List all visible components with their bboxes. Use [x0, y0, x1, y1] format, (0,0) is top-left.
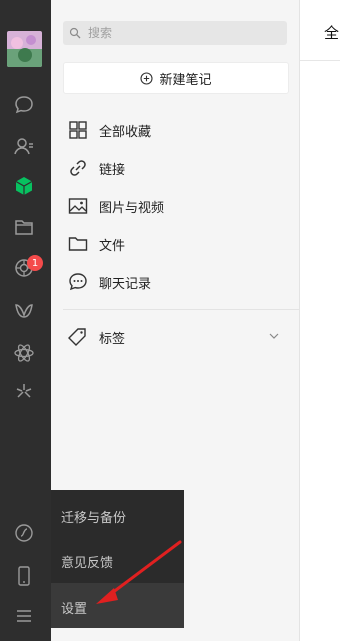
menu-item-label: 文件 [99, 238, 126, 254]
chevron-down-icon[interactable] [269, 332, 279, 340]
menu-item-images-videos[interactable]: 图片与视频 [67, 194, 287, 218]
search-icon [69, 27, 81, 39]
mini-program-icon[interactable] [13, 380, 35, 402]
menu-item-label: 图片与视频 [99, 200, 165, 216]
menu-item-label: 全部收藏 [99, 124, 152, 140]
mini-program-link-icon[interactable] [13, 522, 35, 544]
link-icon [67, 157, 89, 179]
menu-item-label: 链接 [99, 162, 126, 178]
search-discover-icon[interactable] [13, 342, 35, 364]
content-header: 全 [300, 0, 340, 61]
folder-icon [67, 233, 89, 255]
new-note-label: 新建笔记 [159, 72, 212, 88]
search-input[interactable] [86, 25, 270, 41]
phone-icon[interactable] [13, 565, 35, 587]
menu-item-links[interactable]: 链接 [67, 156, 287, 180]
plus-circle-icon [140, 71, 154, 85]
avatar[interactable] [7, 31, 42, 67]
unread-badge: 1 [27, 255, 43, 271]
chat-icon[interactable] [13, 94, 35, 116]
search-box[interactable] [63, 21, 287, 45]
menu-item-chat-history[interactable]: 聊天记录 [67, 270, 287, 294]
folder-icon[interactable] [13, 216, 35, 238]
menu-item-tags[interactable]: 标签 [67, 325, 287, 349]
red-arrow-annotation [96, 540, 182, 604]
menu-item-label: 聊天记录 [99, 276, 152, 292]
favorites-cube-icon[interactable] [13, 175, 35, 197]
menu-item-all-favorites[interactable]: 全部收藏 [67, 118, 287, 142]
contacts-icon[interactable] [13, 135, 35, 157]
image-icon [67, 195, 89, 217]
grid-icon [67, 119, 89, 141]
divider [63, 309, 299, 310]
tag-icon [67, 326, 89, 348]
chat-icon [67, 271, 89, 293]
left-nav-rail: 1 [0, 0, 51, 641]
popup-item-settings[interactable]: 设置 [61, 598, 87, 617]
menu-item-files[interactable]: 文件 [67, 232, 287, 256]
channels-icon[interactable] [13, 300, 35, 322]
hamburger-menu-icon[interactable] [13, 605, 35, 627]
content-title: 全 [324, 24, 340, 42]
popup-item-migrate-backup[interactable]: 迁移与备份 [61, 507, 126, 526]
menu-item-label: 标签 [99, 331, 126, 347]
new-note-button[interactable]: 新建笔记 [63, 62, 289, 94]
